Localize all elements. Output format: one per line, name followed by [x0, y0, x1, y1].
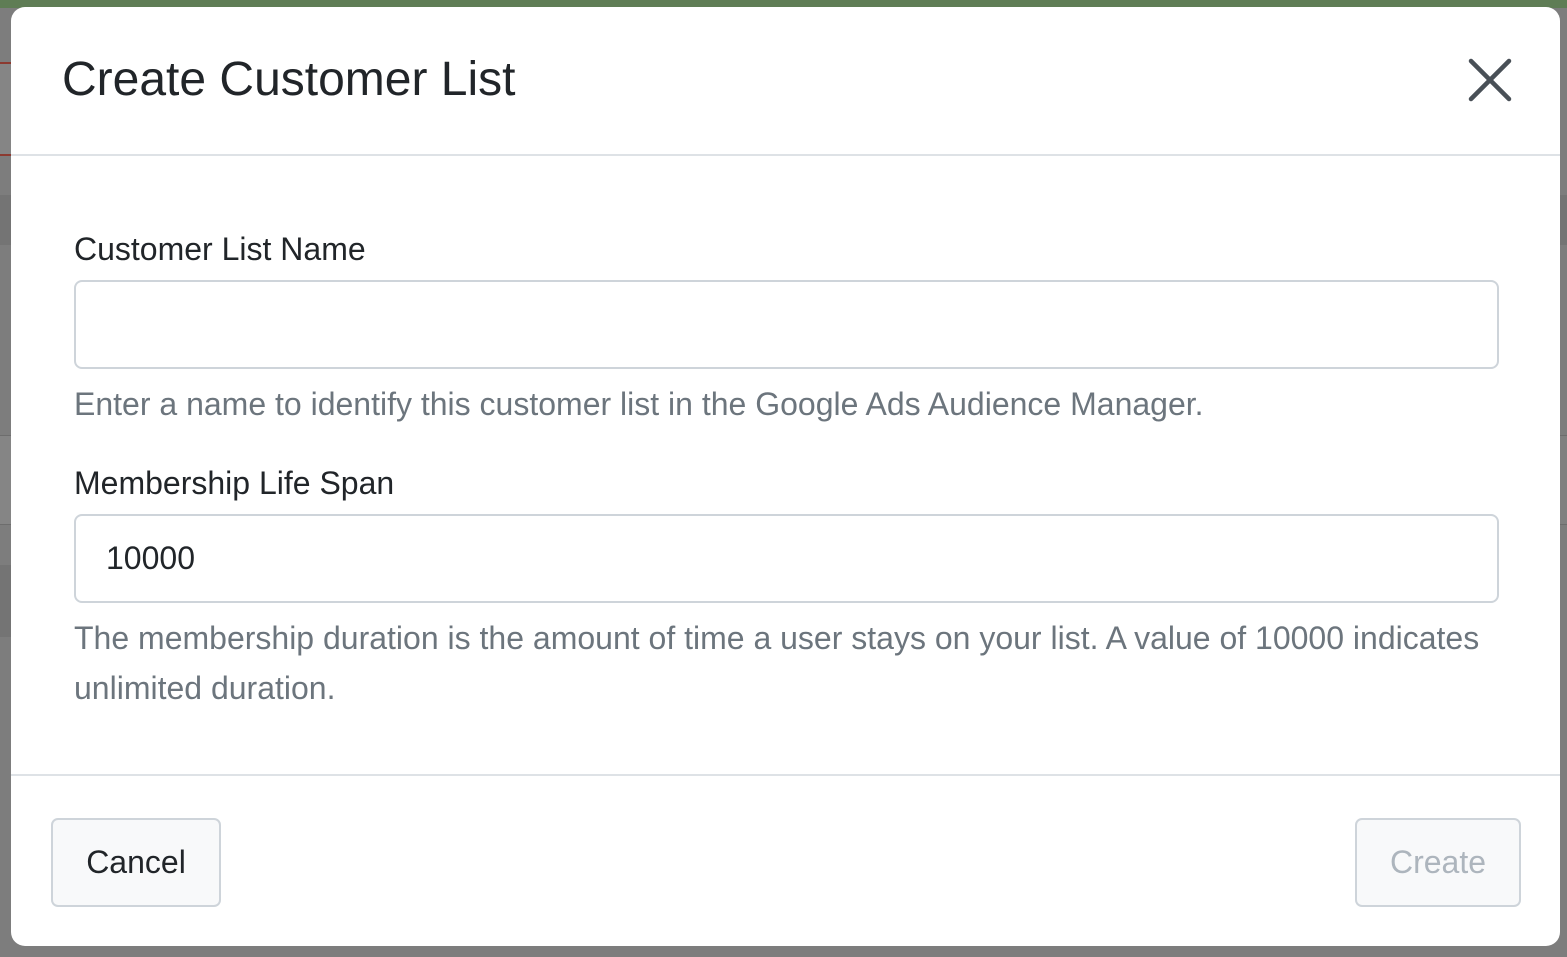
membership-life-span-label: Membership Life Span [74, 465, 395, 501]
customer-list-name-label: Customer List Name [74, 231, 366, 267]
membership-life-span-input[interactable] [74, 514, 1499, 603]
create-customer-list-modal: Create Customer List Customer List Name … [11, 7, 1560, 946]
modal-footer: Cancel Create [11, 774, 1560, 946]
cancel-button[interactable]: Cancel [51, 818, 221, 907]
customer-list-name-input[interactable] [74, 280, 1499, 369]
modal-header: Create Customer List [11, 7, 1560, 156]
modal-title: Create Customer List [62, 53, 516, 106]
membership-life-span-help: The membership duration is the amount of… [74, 620, 1480, 706]
modal-body: Customer List Name Enter a name to ident… [11, 158, 1560, 776]
customer-list-name-help: Enter a name to identify this customer l… [74, 386, 1204, 422]
create-button[interactable]: Create [1355, 818, 1521, 907]
close-button[interactable] [1465, 55, 1515, 105]
close-icon [1465, 55, 1515, 105]
